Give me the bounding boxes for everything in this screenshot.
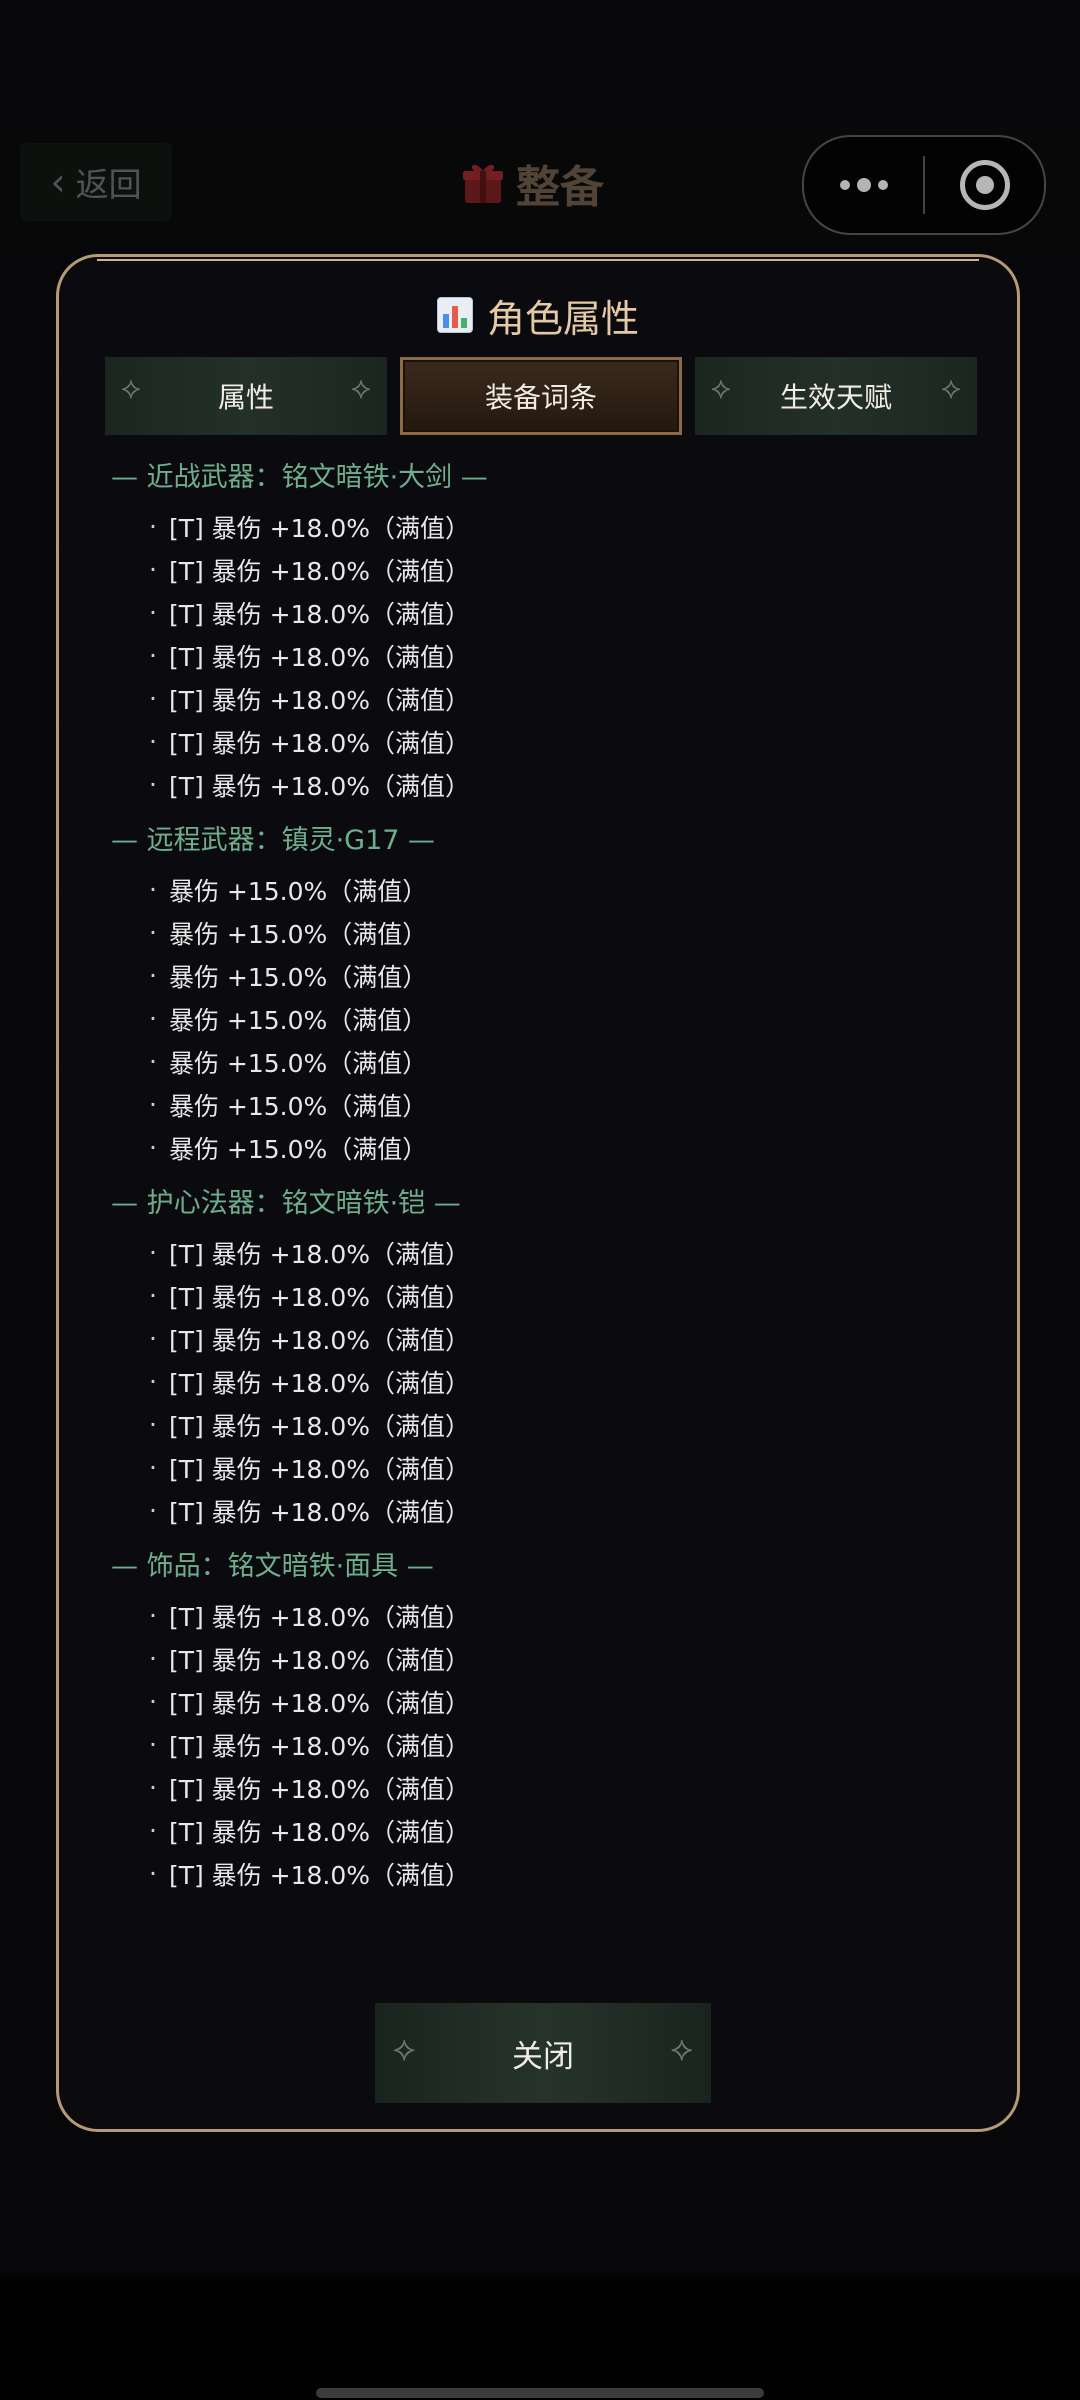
ornament-icon: ⟡ <box>670 2029 693 2069</box>
affix-entry: · 暴伤 +15.0%（满值） <box>149 875 428 906</box>
affix-entry: · [T] 暴伤 +18.0%（满值） <box>149 641 470 672</box>
affix-entry: · [T] 暴伤 +18.0%（满值） <box>149 1324 470 1355</box>
group-heading: — 远程武器：镇灵·G17 — <box>111 824 436 856</box>
affix-entry: · [T] 暴伤 +18.0%（满值） <box>149 1644 470 1675</box>
affix-entry: · [T] 暴伤 +18.0%（满值） <box>149 555 470 586</box>
modal-title: 角色属性 <box>59 287 1017 343</box>
group-heading: — 护心法器：铭文暗铁·铠 — <box>111 1187 461 1219</box>
home-indicator[interactable] <box>316 2388 764 2398</box>
affix-entry: · [T] 暴伤 +18.0%（满值） <box>149 1730 470 1761</box>
affix-entry: · [T] 暴伤 +18.0%（满值） <box>149 1859 470 1890</box>
tab-equipment-affixes[interactable]: 装备词条 <box>400 357 682 435</box>
affix-group-accessory: — 饰品：铭文暗铁·面具 — · [T] 暴伤 +18.0%（满值） · [T] 暴… <box>111 1540 971 1895</box>
affix-entry: · [T] 暴伤 +18.0%（满值） <box>149 1773 470 1804</box>
affix-group-heart-guard: — 护心法器：铭文暗铁·铠 — · [T] 暴伤 +18.0%（满值） · [T] … <box>111 1177 971 1532</box>
tab-active-talents[interactable]: ⟡ 生效天赋 ⟡ <box>695 357 977 435</box>
ornament-icon: ⟡ <box>393 2029 416 2069</box>
modal-title-text: 角色属性 <box>486 296 639 341</box>
affix-entry: · 暴伤 +15.0%（满值） <box>149 1090 428 1121</box>
affix-list: — 近战武器：铭文暗铁·大剑 — · [T] 暴伤 +18.0%（满值） · [T]… <box>111 451 971 1895</box>
modal-top-line <box>97 259 979 261</box>
affix-entry: · [T] 暴伤 +18.0%（满值） <box>149 1687 470 1718</box>
group-heading: — 饰品：铭文暗铁·面具 — <box>111 1550 434 1582</box>
tab-label: 装备词条 <box>484 381 597 414</box>
affix-entry: · 暴伤 +15.0%（满值） <box>149 918 428 949</box>
affix-entry: · 暴伤 +15.0%（满值） <box>149 1133 428 1164</box>
ornament-icon: ⟡ <box>711 371 731 406</box>
affix-group-ranged-weapon: — 远程武器：镇灵·G17 — · 暴伤 +15.0%（满值） · 暴伤 +15.0… <box>111 814 971 1169</box>
affix-entry: · 暴伤 +15.0%（满值） <box>149 961 428 992</box>
bar-chart-icon <box>436 297 473 333</box>
ornament-icon: ⟡ <box>941 371 961 406</box>
affix-entry: · [T] 暴伤 +18.0%（满值） <box>149 1367 470 1398</box>
ornament-icon: ⟡ <box>121 371 141 406</box>
affix-entry: · [T] 暴伤 +18.0%（满值） <box>149 770 470 801</box>
affix-entry: · [T] 暴伤 +18.0%（满值） <box>149 1410 470 1441</box>
affix-entry: · [T] 暴伤 +18.0%（满值） <box>149 598 470 629</box>
affix-entry: · [T] 暴伤 +18.0%（满值） <box>149 1601 470 1632</box>
modal-tabs: ⟡ 属性 ⟡ 装备词条 ⟡ 生效天赋 ⟡ <box>105 357 977 435</box>
close-button[interactable]: ⟡ 关闭 ⟡ <box>375 2003 711 2103</box>
affix-entry: · [T] 暴伤 +18.0%（满值） <box>149 1281 470 1312</box>
affix-entry: · [T] 暴伤 +18.0%（满值） <box>149 1238 470 1269</box>
tab-attributes[interactable]: ⟡ 属性 ⟡ <box>105 357 387 435</box>
affix-entry: · [T] 暴伤 +18.0%（满值） <box>149 1816 470 1847</box>
affix-entry: · [T] 暴伤 +18.0%（满值） <box>149 1496 470 1527</box>
affix-entry: · [T] 暴伤 +18.0%（满值） <box>149 1453 470 1484</box>
affix-group-melee-weapon: — 近战武器：铭文暗铁·大剑 — · [T] 暴伤 +18.0%（满值） · [T]… <box>111 451 971 806</box>
tab-label: 属性 <box>217 381 274 414</box>
group-heading: — 近战武器：铭文暗铁·大剑 — <box>111 461 488 493</box>
affix-entry: · [T] 暴伤 +18.0%（满值） <box>149 684 470 715</box>
affix-entry: · 暴伤 +15.0%（满值） <box>149 1047 428 1078</box>
close-label: 关闭 <box>512 2038 574 2075</box>
character-attributes-modal: 角色属性 ⟡ 属性 ⟡ 装备词条 ⟡ 生效天赋 ⟡ — 近战武器：铭文暗铁·大剑… <box>56 254 1020 2132</box>
affix-entry: · [T] 暴伤 +18.0%（满值） <box>149 512 470 543</box>
tab-label: 生效天赋 <box>779 381 892 414</box>
ornament-icon: ⟡ <box>351 371 371 406</box>
affix-entry: · [T] 暴伤 +18.0%（满值） <box>149 727 470 758</box>
affix-entry: · 暴伤 +15.0%（满值） <box>149 1004 428 1035</box>
